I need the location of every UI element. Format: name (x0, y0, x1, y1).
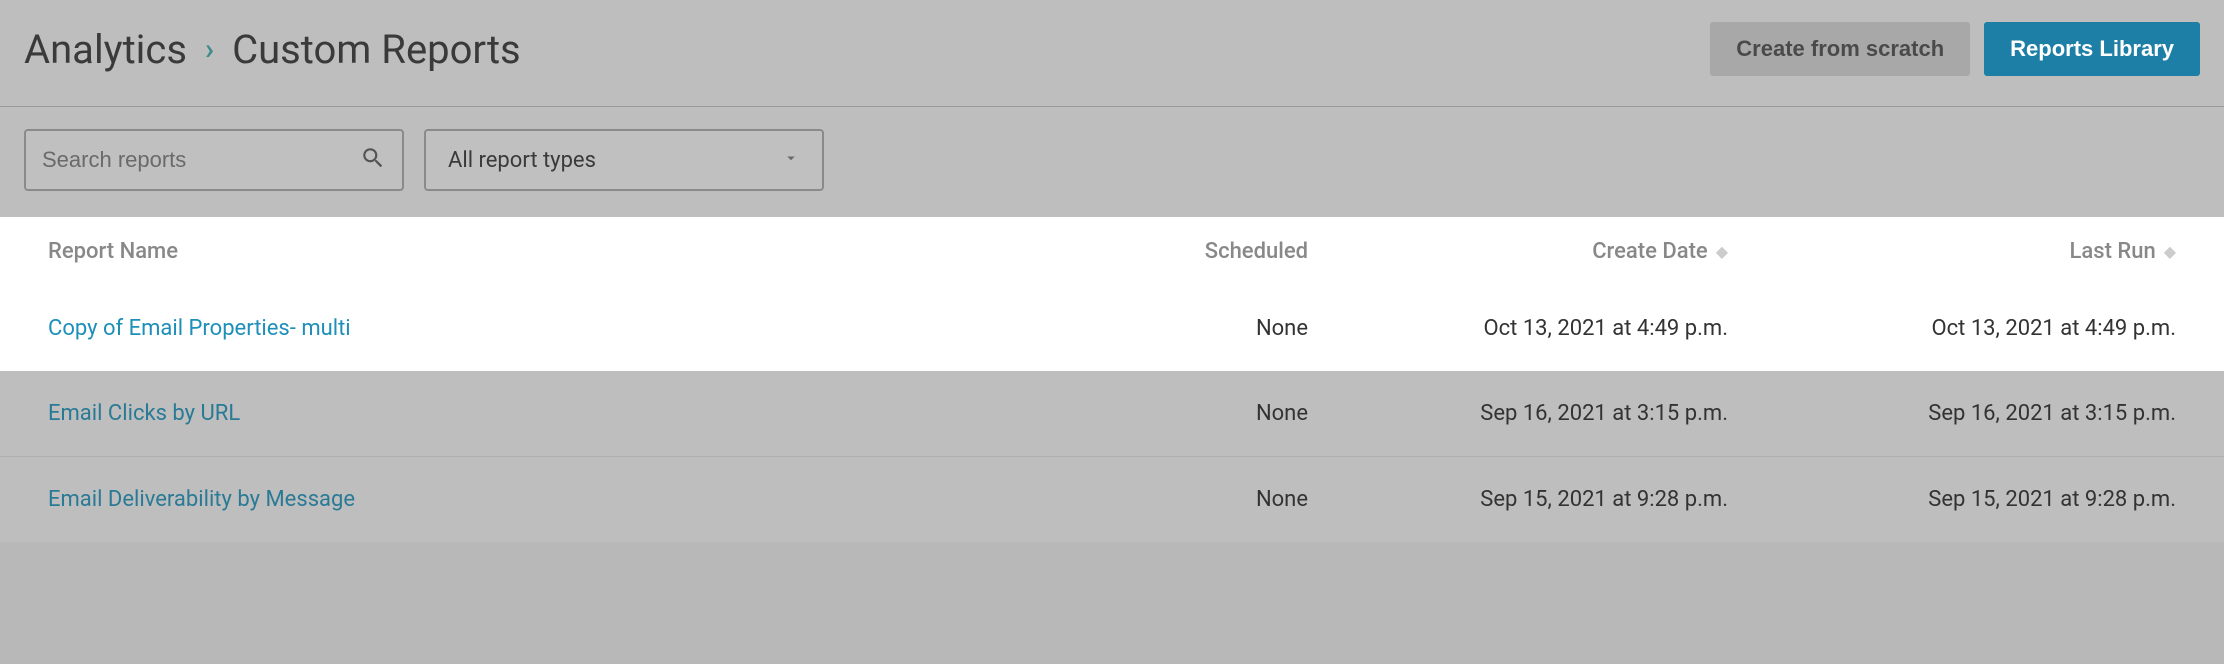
page-header: Analytics › Custom Reports Create from s… (0, 0, 2224, 107)
last-run-cell: Sep 15, 2021 at 9:28 p.m. (1768, 487, 2176, 512)
report-link[interactable]: Email Deliverability by Message (48, 487, 355, 512)
dropdown-selected: All report types (448, 148, 596, 173)
created-cell: Sep 15, 2021 at 9:28 p.m. (1348, 487, 1768, 512)
created-cell: Oct 13, 2021 at 4:49 p.m. (1348, 316, 1768, 341)
chevron-right-icon: › (205, 32, 214, 67)
reports-library-button[interactable]: Reports Library (1984, 22, 2200, 76)
filters-bar: All report types (0, 107, 2224, 217)
breadcrumb: Analytics › Custom Reports (24, 26, 521, 73)
table-row: Email Deliverability by MessageNoneSep 1… (0, 456, 2224, 542)
sort-icon: ◆ (1716, 242, 1728, 261)
scheduled-cell: None (1148, 316, 1348, 341)
breadcrumb-root[interactable]: Analytics (24, 26, 187, 73)
column-header-last-run[interactable]: Last Run ◆ (1768, 239, 2176, 264)
create-from-scratch-button[interactable]: Create from scratch (1710, 22, 1970, 76)
search-box[interactable] (24, 129, 404, 191)
reports-table: Report Name Scheduled Create Date ◆ Last… (0, 217, 2224, 542)
table-row: Copy of Email Properties- multiNoneOct 1… (0, 286, 2224, 371)
column-header-name[interactable]: Report Name (48, 239, 1148, 264)
last-run-cell: Sep 16, 2021 at 3:15 p.m. (1768, 401, 2176, 426)
column-header-created[interactable]: Create Date ◆ (1348, 239, 1768, 264)
search-icon (360, 145, 386, 175)
sort-icon: ◆ (2164, 242, 2176, 261)
report-type-dropdown[interactable]: All report types (424, 129, 824, 191)
header-actions: Create from scratch Reports Library (1710, 22, 2200, 76)
column-header-scheduled[interactable]: Scheduled (1148, 239, 1348, 264)
breadcrumb-current: Custom Reports (232, 26, 521, 73)
last-run-cell: Oct 13, 2021 at 4:49 p.m. (1768, 316, 2176, 341)
scheduled-cell: None (1148, 487, 1348, 512)
table-row: Email Clicks by URLNoneSep 16, 2021 at 3… (0, 371, 2224, 456)
table-header-row: Report Name Scheduled Create Date ◆ Last… (0, 217, 2224, 286)
search-input[interactable] (42, 147, 360, 173)
report-link[interactable]: Email Clicks by URL (48, 401, 240, 426)
created-cell: Sep 16, 2021 at 3:15 p.m. (1348, 401, 1768, 426)
scheduled-cell: None (1148, 401, 1348, 426)
chevron-down-icon (782, 148, 800, 173)
report-link[interactable]: Copy of Email Properties- multi (48, 316, 351, 341)
